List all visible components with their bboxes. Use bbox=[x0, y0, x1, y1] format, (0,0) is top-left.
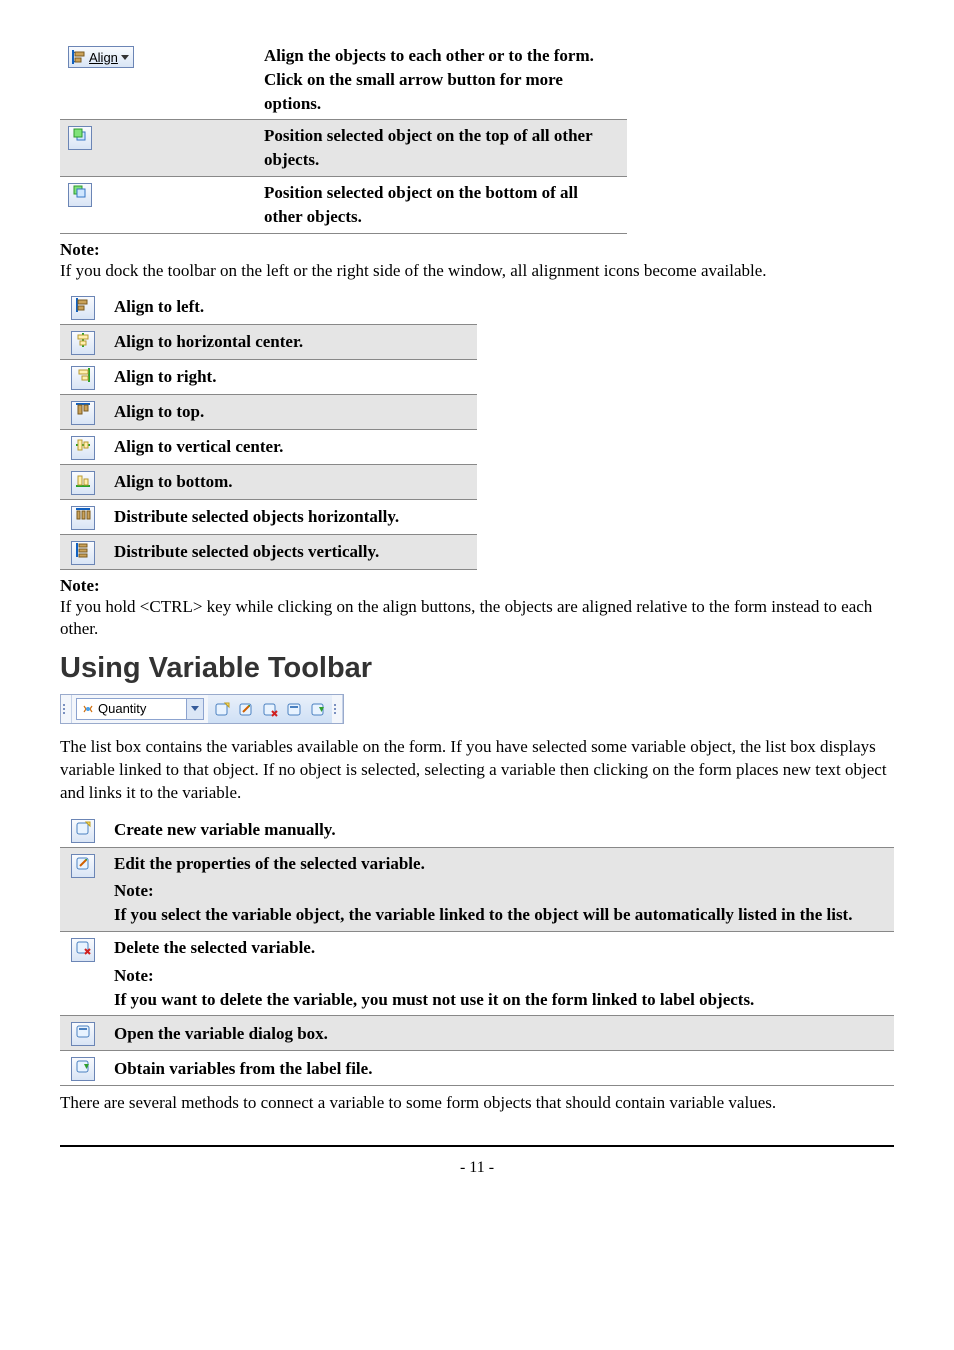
var-obtain-icon bbox=[71, 1057, 95, 1081]
align-bottom-icon bbox=[71, 471, 95, 495]
align-left-icon bbox=[71, 296, 95, 320]
note-heading-inline: Note: bbox=[114, 879, 886, 903]
body-text: There are several methods to connect a v… bbox=[60, 1092, 894, 1115]
cell-desc: Align to left. bbox=[106, 290, 477, 325]
cell-desc: Create new variable manually. bbox=[106, 813, 894, 848]
toolbar-grip[interactable] bbox=[61, 695, 72, 723]
note-heading: Note: bbox=[60, 576, 894, 596]
note-body-inline: If you select the variable object, the v… bbox=[114, 903, 886, 927]
cell-desc: Align to horizontal center. bbox=[106, 324, 477, 359]
var-delete-icon bbox=[71, 938, 95, 962]
cell-desc: Distribute selected objects horizontally… bbox=[106, 499, 477, 534]
align-options-table: Align to left. Align to horizontal cente… bbox=[60, 290, 477, 570]
section-heading: Using Variable Toolbar bbox=[60, 652, 894, 685]
send-back-icon bbox=[68, 183, 92, 207]
note-heading-inline: Note: bbox=[114, 964, 886, 988]
variable-combo-dropdown[interactable] bbox=[186, 699, 203, 719]
align-top-icon bbox=[71, 401, 95, 425]
variable-toolbar-table: Create new variable manually. Edit the p… bbox=[60, 813, 894, 1087]
var-dialog-icon bbox=[71, 1022, 95, 1046]
note-body: If you dock the toolbar on the left or t… bbox=[60, 260, 894, 282]
var-delete-button[interactable] bbox=[259, 698, 281, 720]
align-right-icon bbox=[71, 366, 95, 390]
align-summary-table: Align Align the objects to each other or… bbox=[60, 40, 627, 234]
bring-front-icon bbox=[68, 126, 92, 150]
cell-icon bbox=[60, 176, 256, 233]
toolbar-grip-end[interactable] bbox=[332, 695, 343, 723]
note-body: If you hold <CTRL> key while clicking on… bbox=[60, 596, 894, 640]
variable-toolbar: Quantity bbox=[60, 694, 344, 724]
cell-desc: Align to vertical center. bbox=[106, 429, 477, 464]
cell-desc: Distribute selected objects vertically. bbox=[106, 534, 477, 569]
cell-desc: Align to top. bbox=[106, 394, 477, 429]
var-edit-button[interactable] bbox=[235, 698, 257, 720]
cell-desc: Position selected object on the top of a… bbox=[256, 120, 627, 177]
cell-desc: Position selected object on the bottom o… bbox=[256, 176, 627, 233]
var-dialog-button[interactable] bbox=[283, 698, 305, 720]
note-body-inline: If you want to delete the variable, you … bbox=[114, 988, 886, 1012]
align-menu-label: Align bbox=[89, 50, 118, 65]
desc-text: Delete the selected variable. bbox=[114, 936, 886, 960]
footer-rule bbox=[60, 1145, 894, 1147]
body-text: The list box contains the variables avai… bbox=[60, 736, 894, 805]
align-vcenter-icon bbox=[71, 436, 95, 460]
cell-desc: Align the objects to each other or to th… bbox=[256, 40, 627, 120]
desc-text: Edit the properties of the selected vari… bbox=[114, 852, 886, 876]
cell-desc: Obtain variables from the label file. bbox=[106, 1051, 894, 1086]
note-heading: Note: bbox=[60, 240, 894, 260]
var-new-button[interactable] bbox=[211, 698, 233, 720]
variable-combo-icon bbox=[81, 702, 95, 716]
cell-desc: Delete the selected variable. Note: If y… bbox=[106, 932, 894, 1016]
distribute-v-icon bbox=[71, 541, 95, 565]
cell-icon: Align bbox=[60, 40, 256, 120]
cell-desc: Align to right. bbox=[106, 359, 477, 394]
var-edit-icon bbox=[71, 854, 95, 878]
var-obtain-button[interactable] bbox=[307, 698, 329, 720]
page-number: - 11 - bbox=[60, 1159, 894, 1177]
variable-combo-text: Quantity bbox=[98, 701, 146, 716]
variable-combo[interactable]: Quantity bbox=[76, 698, 204, 720]
cell-desc: Open the variable dialog box. bbox=[106, 1016, 894, 1051]
cell-desc: Align to bottom. bbox=[106, 464, 477, 499]
align-menu-icon: Align bbox=[68, 46, 134, 68]
cell-desc: Edit the properties of the selected vari… bbox=[106, 847, 894, 931]
var-new-icon bbox=[71, 819, 95, 843]
cell-icon bbox=[60, 120, 256, 177]
align-hcenter-icon bbox=[71, 331, 95, 355]
distribute-h-icon bbox=[71, 506, 95, 530]
